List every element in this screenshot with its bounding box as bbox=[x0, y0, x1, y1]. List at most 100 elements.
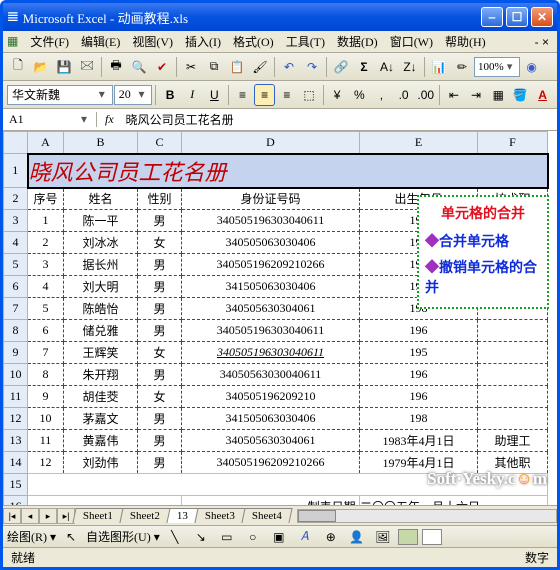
cell[interactable]: 胡佳茭 bbox=[64, 386, 138, 408]
menu-data[interactable]: 数据(D) bbox=[331, 31, 384, 52]
rect-icon[interactable]: ▭ bbox=[216, 526, 238, 548]
cell[interactable]: 340505630304061 bbox=[182, 430, 360, 452]
row-header[interactable]: 15 bbox=[4, 474, 28, 496]
cell[interactable]: 男 bbox=[138, 408, 182, 430]
line-icon[interactable]: ╲ bbox=[164, 526, 186, 548]
merge-icon[interactable]: ⬚ bbox=[298, 84, 319, 106]
cell[interactable]: 11 bbox=[28, 430, 64, 452]
bold-icon[interactable]: B bbox=[159, 84, 180, 106]
row-header[interactable]: 1 bbox=[4, 154, 28, 188]
cell[interactable] bbox=[478, 408, 548, 430]
cell[interactable]: 身份证号码 bbox=[182, 188, 360, 210]
inc-decimal-icon[interactable]: .0 bbox=[393, 84, 414, 106]
indent-dec-icon[interactable]: ⇤ bbox=[443, 84, 464, 106]
print-icon[interactable]: 🖶 bbox=[105, 56, 127, 78]
cell[interactable]: 储兑雅 bbox=[64, 320, 138, 342]
cell[interactable]: 340505196209210266 bbox=[182, 452, 360, 474]
formula-value[interactable]: 晓风公司员工花名册 bbox=[122, 111, 557, 128]
cell[interactable]: 340505196303040611 bbox=[182, 320, 360, 342]
col-header[interactable]: F bbox=[478, 132, 548, 154]
fill-color-swatch[interactable] bbox=[398, 529, 418, 545]
cell[interactable]: 340505063030406 bbox=[182, 232, 360, 254]
cell[interactable]: 女 bbox=[138, 342, 182, 364]
cell[interactable]: 4 bbox=[28, 276, 64, 298]
permission-icon[interactable]: 🖂 bbox=[76, 56, 98, 78]
cell[interactable]: 6 bbox=[28, 320, 64, 342]
cell[interactable] bbox=[478, 364, 548, 386]
open-icon[interactable]: 📂 bbox=[30, 56, 52, 78]
hscroll-track[interactable] bbox=[297, 509, 557, 523]
cut-icon[interactable]: ✂ bbox=[180, 56, 202, 78]
preview-icon[interactable]: 🔍 bbox=[128, 56, 150, 78]
cell[interactable]: 男 bbox=[138, 276, 182, 298]
cell[interactable]: 340505630304061 bbox=[182, 298, 360, 320]
menu-format[interactable]: 格式(O) bbox=[227, 31, 280, 52]
cell[interactable]: 9 bbox=[28, 386, 64, 408]
cell[interactable]: 刘大明 bbox=[64, 276, 138, 298]
hyperlink-icon[interactable]: 🔗 bbox=[330, 56, 352, 78]
col-header[interactable]: B bbox=[64, 132, 138, 154]
cell[interactable]: 黄嘉伟 bbox=[64, 430, 138, 452]
sort-desc-icon[interactable]: Z↓ bbox=[399, 56, 421, 78]
row-header[interactable]: 8 bbox=[4, 320, 28, 342]
menu-insert[interactable]: 插入(I) bbox=[179, 31, 227, 52]
cell[interactable]: 340505196303040611 bbox=[182, 210, 360, 232]
indent-inc-icon[interactable]: ⇥ bbox=[466, 84, 487, 106]
arrow-icon[interactable]: ↘ bbox=[190, 526, 212, 548]
autosum-icon[interactable]: Σ bbox=[353, 56, 375, 78]
tab-nav-next[interactable]: ▸ bbox=[39, 508, 57, 524]
row-header[interactable]: 2 bbox=[4, 188, 28, 210]
select-all-corner[interactable] bbox=[4, 132, 28, 154]
diagram-icon[interactable]: ⊕ bbox=[320, 526, 342, 548]
cell[interactable]: 196 bbox=[360, 386, 478, 408]
selected-cell[interactable]: 晓风公司员工花名册 bbox=[28, 154, 548, 188]
cell[interactable]: 2 bbox=[28, 232, 64, 254]
cell[interactable]: 195 bbox=[360, 342, 478, 364]
font-combo[interactable]: 华文新魏▾ bbox=[7, 85, 113, 105]
row-header[interactable]: 4 bbox=[4, 232, 28, 254]
cell[interactable]: 196 bbox=[360, 364, 478, 386]
cell[interactable]: 7 bbox=[28, 342, 64, 364]
cell[interactable]: 男 bbox=[138, 452, 182, 474]
row-header[interactable]: 14 bbox=[4, 452, 28, 474]
cell[interactable]: 陈皓怡 bbox=[64, 298, 138, 320]
size-combo[interactable]: 20▾ bbox=[114, 85, 153, 105]
cell[interactable]: 茅嘉文 bbox=[64, 408, 138, 430]
callout-item[interactable]: ◆撤销单元格的合并 bbox=[425, 259, 541, 299]
fill-color-icon[interactable]: 🪣 bbox=[510, 84, 531, 106]
cell[interactable]: 男 bbox=[138, 210, 182, 232]
cell[interactable]: 8 bbox=[28, 364, 64, 386]
clipart-icon[interactable]: 👤 bbox=[346, 526, 368, 548]
cell[interactable]: 12 bbox=[28, 452, 64, 474]
sheet-tab[interactable]: Sheet4 bbox=[241, 508, 292, 523]
callout-item[interactable]: ◆合并单元格 bbox=[425, 233, 541, 253]
cell[interactable]: 男 bbox=[138, 430, 182, 452]
tab-nav-first[interactable]: |◂ bbox=[3, 508, 21, 524]
maximize-button[interactable]: ☐ bbox=[506, 7, 528, 27]
col-header[interactable]: C bbox=[138, 132, 182, 154]
cell[interactable]: 5 bbox=[28, 298, 64, 320]
cell[interactable]: 制表日期: bbox=[182, 496, 360, 506]
cell[interactable]: 据长州 bbox=[64, 254, 138, 276]
redo-icon[interactable]: ↷ bbox=[301, 56, 323, 78]
cell[interactable]: 男 bbox=[138, 254, 182, 276]
cell[interactable]: 陈一平 bbox=[64, 210, 138, 232]
spell-icon[interactable]: ✔ bbox=[151, 56, 173, 78]
row-header[interactable]: 11 bbox=[4, 386, 28, 408]
format-painter-icon[interactable]: 🖌 bbox=[249, 56, 271, 78]
cell[interactable]: 3 bbox=[28, 254, 64, 276]
cell[interactable]: 341505063030406 bbox=[182, 408, 360, 430]
select-objects-icon[interactable]: ↖ bbox=[60, 526, 82, 548]
cell[interactable]: 340505196303040611 bbox=[182, 342, 360, 364]
menu-tools[interactable]: 工具(T) bbox=[280, 31, 331, 52]
name-box[interactable]: A1▾ bbox=[3, 112, 97, 127]
worksheet[interactable]: A B C D E F 1 晓风公司员工花名册 2 序号 姓名 性别 身份证号码… bbox=[3, 131, 557, 505]
cell[interactable]: 男 bbox=[138, 364, 182, 386]
row-header[interactable]: 7 bbox=[4, 298, 28, 320]
italic-icon[interactable]: I bbox=[182, 84, 203, 106]
col-header[interactable]: D bbox=[182, 132, 360, 154]
sheet-tab[interactable]: Sheet2 bbox=[119, 508, 170, 523]
row-header[interactable]: 12 bbox=[4, 408, 28, 430]
align-center-icon[interactable]: ≡ bbox=[254, 84, 275, 106]
cell[interactable]: 男 bbox=[138, 298, 182, 320]
